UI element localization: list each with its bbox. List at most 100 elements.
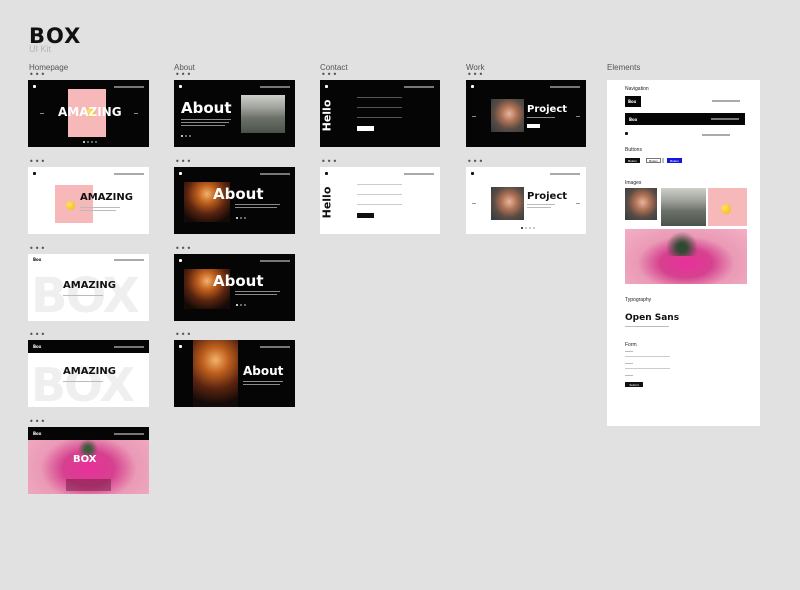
image-forest [661, 188, 706, 226]
artboard-about-2[interactable]: About [174, 167, 295, 234]
artboard-work-2[interactable]: Project [466, 167, 586, 234]
artboard-menu-dots[interactable]: ••• [467, 158, 484, 166]
form-submit-button[interactable]: Submit [625, 382, 643, 387]
next-arrow-icon[interactable] [576, 116, 580, 117]
artboard-contact-2[interactable]: Hello [320, 167, 440, 234]
logo-text: Box [33, 431, 42, 436]
artboard-menu-dots[interactable]: ••• [175, 331, 192, 339]
artboard-contact-1[interactable]: Hello [320, 80, 440, 147]
artboard-menu-dots[interactable]: ••• [29, 158, 46, 166]
nav-links [260, 260, 290, 262]
artboard-work-1[interactable]: Project [466, 80, 586, 147]
logo-icon [33, 85, 36, 88]
logo-icon [325, 172, 328, 175]
form-field-name[interactable] [357, 97, 402, 98]
about-text [181, 125, 225, 126]
about-text [235, 291, 280, 292]
slider-pagination[interactable] [521, 227, 535, 229]
about-heading: About [213, 272, 264, 290]
prev-arrow-icon[interactable] [40, 113, 44, 114]
slider-pagination[interactable] [181, 135, 191, 137]
artboard-homepage-2[interactable]: AMAZING [28, 167, 149, 234]
button-blue-label: Button [670, 158, 679, 163]
button-outline[interactable]: Button [646, 158, 661, 163]
prev-arrow-icon[interactable] [472, 203, 476, 204]
hero-text [63, 295, 103, 296]
form-field-email[interactable] [357, 107, 402, 108]
nav-logo-text: Box [629, 117, 638, 122]
project-heading: Project [527, 104, 568, 115]
artboard-menu-dots[interactable]: ••• [467, 71, 484, 79]
artboard-homepage-1[interactable]: AMAZING [28, 80, 149, 147]
artboard-menu-dots[interactable]: ••• [175, 71, 192, 79]
logo-icon [179, 172, 182, 175]
about-text [243, 384, 280, 385]
prev-arrow-icon[interactable] [472, 116, 476, 117]
form-field-name[interactable] [625, 356, 670, 357]
artboard-homepage-5[interactable]: Box BOX [28, 427, 149, 494]
nav-links [260, 346, 290, 348]
artboard-menu-dots[interactable]: ••• [29, 418, 46, 426]
nav-logo-block[interactable]: Box [625, 96, 641, 107]
nav-links [550, 173, 580, 175]
submit-button[interactable] [357, 213, 374, 218]
images-section-label: Images [625, 180, 642, 186]
project-heading: Project [527, 191, 568, 202]
button-outline-label: Button [649, 158, 658, 163]
artboard-homepage-3[interactable]: BOX Box AMAZING [28, 254, 149, 321]
artboard-menu-dots[interactable]: ••• [29, 331, 46, 339]
logo-icon [179, 345, 182, 348]
nav-links [114, 173, 144, 175]
logo-icon [471, 172, 474, 175]
hero-heading: BOX [73, 454, 97, 465]
project-button[interactable] [527, 124, 540, 128]
artboard-menu-dots[interactable]: ••• [29, 71, 46, 79]
logo-text: Box [33, 257, 42, 262]
logo-icon [471, 85, 474, 88]
slider-pagination[interactable] [236, 217, 246, 219]
form-field-label [625, 351, 633, 352]
hero-heading: AMAZING [80, 192, 133, 203]
artboard-about-4[interactable]: About [174, 340, 295, 407]
artboard-menu-dots[interactable]: ••• [29, 245, 46, 253]
button-dark[interactable]: Button [625, 158, 640, 163]
typography-section-label: Typography [625, 297, 652, 303]
logo-icon [179, 259, 182, 262]
artboard-menu-dots[interactable]: ••• [321, 158, 338, 166]
artboard-menu-dots[interactable]: ••• [175, 158, 192, 166]
form-field-message[interactable] [357, 204, 402, 205]
nav-links [550, 86, 580, 88]
font-name-sample: Open Sans [625, 313, 680, 323]
submit-button[interactable] [357, 126, 374, 131]
button-blue[interactable]: Button [667, 158, 682, 163]
slider-pagination[interactable] [83, 141, 97, 143]
next-arrow-icon[interactable] [576, 203, 580, 204]
hero-text [63, 381, 103, 382]
artboard-menu-dots[interactable]: ••• [321, 71, 338, 79]
kit-subtitle: UI Kit [29, 44, 52, 54]
form-field-email[interactable] [625, 368, 670, 369]
form-field-name[interactable] [357, 184, 402, 185]
nav-bar-dark: Box [625, 113, 745, 125]
nav-links [260, 86, 290, 88]
slider-pagination[interactable] [236, 304, 246, 306]
form-field-message[interactable] [357, 117, 402, 118]
logo-icon [33, 172, 36, 175]
project-image [491, 99, 524, 132]
nav-links [404, 173, 434, 175]
artboard-about-3[interactable]: About [174, 254, 295, 321]
artboard-about-1[interactable]: About [174, 80, 295, 147]
next-arrow-icon[interactable] [134, 113, 138, 114]
hero-heading: AMAZING [58, 105, 122, 119]
nav-links [114, 433, 144, 435]
about-text [235, 294, 277, 295]
nav-links [711, 118, 739, 120]
form-field-email[interactable] [357, 194, 402, 195]
artboard-menu-dots[interactable]: ••• [175, 245, 192, 253]
column-elements-label: Elements [607, 63, 641, 72]
hero-text [80, 207, 120, 208]
nav-links [712, 100, 740, 102]
nav-links [114, 346, 144, 348]
artboard-homepage-4[interactable]: Box BOX AMAZING [28, 340, 149, 407]
nav-links [404, 86, 434, 88]
